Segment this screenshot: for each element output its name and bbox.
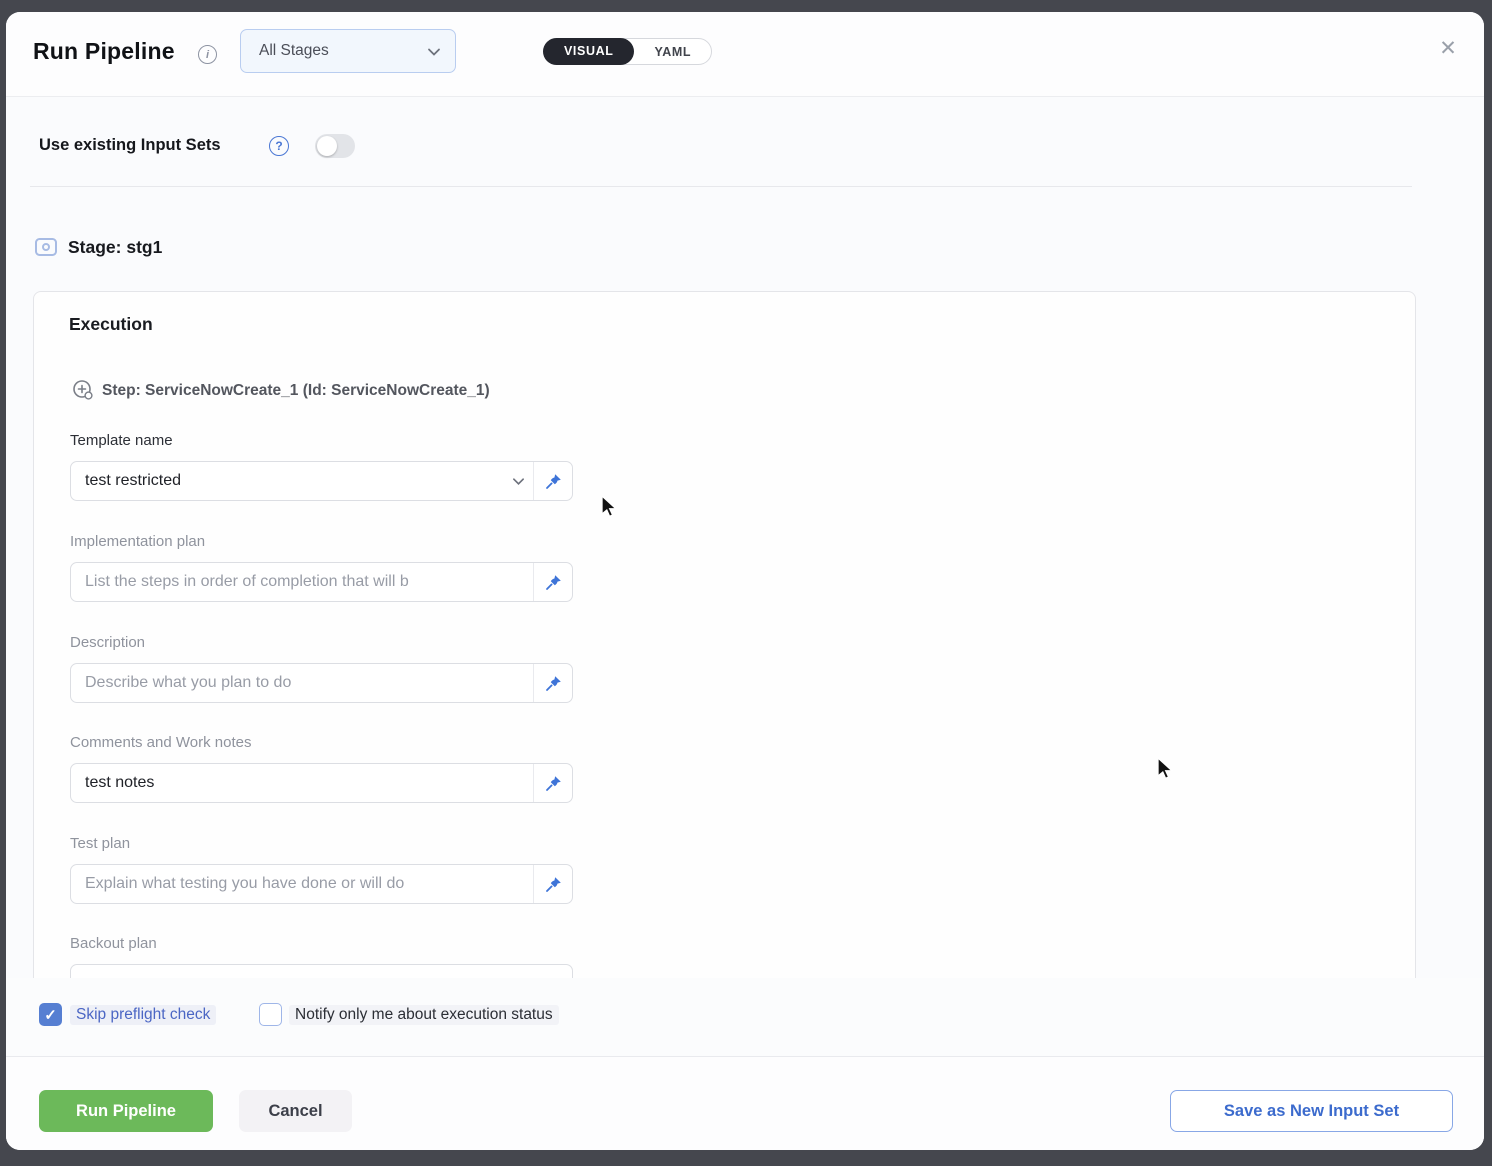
- page-title: Run Pipeline: [33, 38, 175, 65]
- input-sets-toggle[interactable]: [315, 134, 355, 158]
- help-icon[interactable]: ?: [269, 136, 289, 156]
- pin-icon[interactable]: [533, 563, 572, 601]
- notify-checkbox[interactable]: [259, 1003, 282, 1026]
- dialog-header: Run Pipeline i All Stages VISUAL YAML ✕: [6, 12, 1484, 97]
- template-name-value: test restricted: [85, 472, 181, 490]
- button-row: Run Pipeline Cancel Save as New Input Se…: [6, 1056, 1484, 1150]
- comments-input[interactable]: [70, 763, 573, 803]
- info-icon[interactable]: i: [198, 45, 217, 64]
- chevron-down-icon: [427, 45, 441, 59]
- field-description: Description: [70, 634, 573, 703]
- execution-title: Execution: [69, 314, 153, 335]
- cancel-button[interactable]: Cancel: [239, 1090, 352, 1132]
- notify-label[interactable]: Notify only me about execution status: [289, 1005, 559, 1025]
- run-pipeline-button[interactable]: Run Pipeline: [39, 1090, 213, 1132]
- dialog-footer: ✓ Skip preflight check Notify only me ab…: [6, 978, 1484, 1150]
- stage-title: Stage: stg1: [68, 237, 162, 258]
- step-icon: [72, 379, 94, 406]
- test-plan-label: Test plan: [70, 835, 573, 852]
- field-test-plan: Test plan: [70, 835, 573, 904]
- skip-preflight-checkbox[interactable]: ✓: [39, 1003, 62, 1026]
- description-label: Description: [70, 634, 573, 651]
- step-title: Step: ServiceNowCreate_1 (Id: ServiceNow…: [102, 382, 490, 400]
- stage-scope-value: All Stages: [259, 42, 329, 60]
- custom-stage-icon: [33, 234, 59, 265]
- execution-card: Execution Step: ServiceNowCreate_1 (Id: …: [33, 291, 1416, 991]
- backout-plan-label: Backout plan: [70, 935, 573, 952]
- checkbox-row: ✓ Skip preflight check Notify only me ab…: [6, 978, 1484, 1056]
- divider: [30, 186, 1412, 187]
- pin-icon[interactable]: [533, 664, 572, 702]
- field-comments: Comments and Work notes: [70, 734, 573, 803]
- chevron-down-icon: [512, 475, 525, 488]
- view-toggle: VISUAL YAML: [543, 38, 712, 65]
- test-plan-input[interactable]: [70, 864, 573, 904]
- pin-icon[interactable]: [533, 865, 572, 903]
- skip-preflight-label[interactable]: Skip preflight check: [70, 1005, 216, 1025]
- close-icon[interactable]: ✕: [1432, 32, 1464, 64]
- stage-scope-select[interactable]: All Stages: [240, 29, 456, 73]
- run-pipeline-dialog: Run Pipeline i All Stages VISUAL YAML ✕ …: [6, 12, 1484, 1150]
- field-template-name: Template name test restricted: [70, 432, 573, 501]
- implementation-plan-label: Implementation plan: [70, 533, 573, 550]
- implementation-plan-input[interactable]: [70, 562, 573, 602]
- field-implementation-plan: Implementation plan: [70, 533, 573, 602]
- pin-icon[interactable]: [533, 462, 572, 500]
- template-name-select[interactable]: test restricted: [70, 461, 573, 501]
- toggle-knob: [317, 136, 337, 156]
- description-input[interactable]: [70, 663, 573, 703]
- comments-label: Comments and Work notes: [70, 734, 573, 751]
- use-existing-input-sets-label: Use existing Input Sets: [39, 136, 221, 155]
- pin-icon[interactable]: [533, 764, 572, 802]
- tab-yaml[interactable]: YAML: [634, 45, 711, 59]
- template-name-label: Template name: [70, 432, 573, 449]
- tab-visual[interactable]: VISUAL: [543, 38, 634, 65]
- save-as-new-input-set-button[interactable]: Save as New Input Set: [1170, 1090, 1453, 1132]
